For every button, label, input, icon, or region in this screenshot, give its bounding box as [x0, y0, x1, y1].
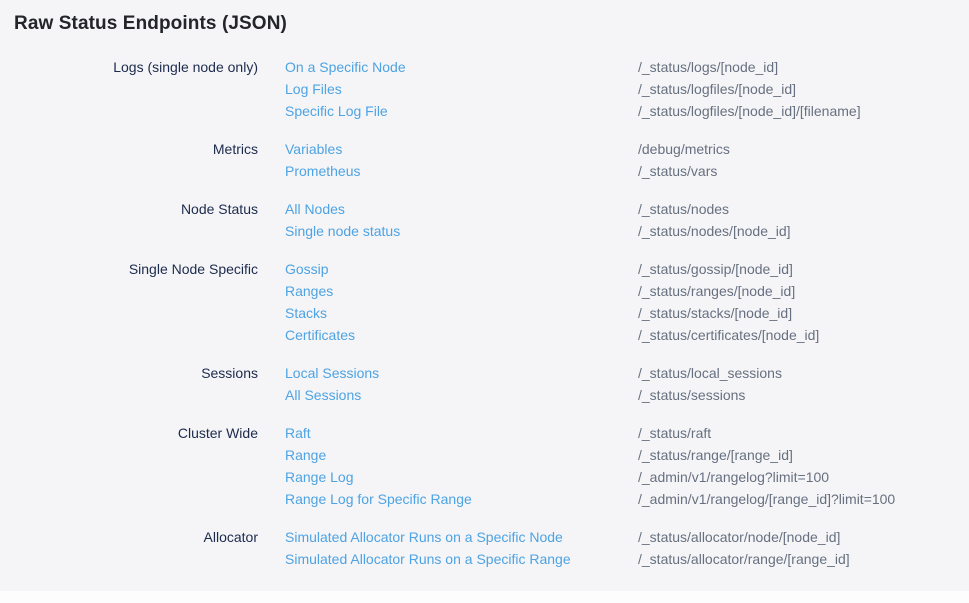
endpoint-path: /_status/sessions [638, 384, 745, 406]
endpoint-path: /_status/vars [638, 160, 717, 182]
category-label: Single Node Specific [0, 258, 258, 280]
endpoint-row: All Sessions /_status/sessions [285, 384, 969, 406]
category-label: Sessions [0, 362, 258, 384]
endpoint-link[interactable]: Ranges [285, 280, 638, 302]
endpoint-link[interactable]: Specific Log File [285, 100, 638, 122]
endpoint-path: /_status/nodes/[node_id] [638, 220, 791, 242]
endpoint-path: /_admin/v1/rangelog?limit=100 [638, 466, 829, 488]
endpoint-group: Logs (single node only) On a Specific No… [0, 56, 969, 122]
endpoint-link[interactable]: Variables [285, 138, 638, 160]
endpoint-row: All Nodes /_status/nodes [285, 198, 969, 220]
entry-list: Raft /_status/raft Range /_status/range/… [285, 422, 969, 510]
endpoint-group: Sessions Local Sessions /_status/local_s… [0, 362, 969, 406]
endpoint-row: Simulated Allocator Runs on a Specific N… [285, 526, 969, 548]
endpoint-path: /_status/logs/[node_id] [638, 56, 778, 78]
endpoints-table: Logs (single node only) On a Specific No… [0, 56, 969, 570]
endpoint-path: /_status/range/[range_id] [638, 444, 793, 466]
endpoint-link[interactable]: Range [285, 444, 638, 466]
category-label: Logs (single node only) [0, 56, 258, 78]
endpoint-row: Local Sessions /_status/local_sessions [285, 362, 969, 384]
endpoint-link[interactable]: Single node status [285, 220, 638, 242]
endpoint-link[interactable]: Certificates [285, 324, 638, 346]
endpoint-group: Cluster Wide Raft /_status/raft Range /_… [0, 422, 969, 510]
endpoint-link[interactable]: Local Sessions [285, 362, 638, 384]
endpoint-path: /_status/nodes [638, 198, 729, 220]
endpoint-row: Certificates /_status/certificates/[node… [285, 324, 969, 346]
endpoint-link[interactable]: Log Files [285, 78, 638, 100]
endpoint-link[interactable]: Raft [285, 422, 638, 444]
endpoint-group: Metrics Variables /debug/metrics Prometh… [0, 138, 969, 182]
endpoint-path: /_status/certificates/[node_id] [638, 324, 819, 346]
endpoint-path: /_admin/v1/rangelog/[range_id]?limit=100 [638, 488, 895, 510]
endpoint-row: On a Specific Node /_status/logs/[node_i… [285, 56, 969, 78]
endpoint-row: Stacks /_status/stacks/[node_id] [285, 302, 969, 324]
endpoint-link[interactable]: Simulated Allocator Runs on a Specific N… [285, 526, 638, 548]
endpoint-row: Range Log /_admin/v1/rangelog?limit=100 [285, 466, 969, 488]
category-label: Cluster Wide [0, 422, 258, 444]
entry-list: Variables /debug/metrics Prometheus /_st… [285, 138, 969, 182]
endpoint-row: Variables /debug/metrics [285, 138, 969, 160]
endpoint-group: Allocator Simulated Allocator Runs on a … [0, 526, 969, 570]
endpoint-group: Node Status All Nodes /_status/nodes Sin… [0, 198, 969, 242]
endpoint-row: Simulated Allocator Runs on a Specific R… [285, 548, 969, 570]
entry-list: Gossip /_status/gossip/[node_id] Ranges … [285, 258, 969, 346]
category-label: Allocator [0, 526, 258, 548]
entry-list: All Nodes /_status/nodes Single node sta… [285, 198, 969, 242]
endpoint-path: /_status/stacks/[node_id] [638, 302, 792, 324]
endpoint-link[interactable]: Simulated Allocator Runs on a Specific R… [285, 548, 638, 570]
bottom-strip [0, 591, 969, 603]
endpoint-group: Single Node Specific Gossip /_status/gos… [0, 258, 969, 346]
endpoint-path: /_status/gossip/[node_id] [638, 258, 793, 280]
endpoint-link[interactable]: Stacks [285, 302, 638, 324]
endpoint-link[interactable]: All Sessions [285, 384, 638, 406]
endpoint-path: /_status/allocator/range/[range_id] [638, 548, 850, 570]
entry-list: Simulated Allocator Runs on a Specific N… [285, 526, 969, 570]
endpoint-link[interactable]: Gossip [285, 258, 638, 280]
endpoint-row: Range Log for Specific Range /_admin/v1/… [285, 488, 969, 510]
endpoint-path: /_status/logfiles/[node_id]/[filename] [638, 100, 861, 122]
endpoint-link[interactable]: Range Log for Specific Range [285, 488, 638, 510]
endpoint-row: Specific Log File /_status/logfiles/[nod… [285, 100, 969, 122]
endpoint-row: Single node status /_status/nodes/[node_… [285, 220, 969, 242]
endpoint-row: Range /_status/range/[range_id] [285, 444, 969, 466]
category-label: Node Status [0, 198, 258, 220]
endpoint-row: Prometheus /_status/vars [285, 160, 969, 182]
endpoint-row: Log Files /_status/logfiles/[node_id] [285, 78, 969, 100]
endpoint-path: /_status/allocator/node/[node_id] [638, 526, 840, 548]
entry-list: Local Sessions /_status/local_sessions A… [285, 362, 969, 406]
endpoint-row: Raft /_status/raft [285, 422, 969, 444]
entry-list: On a Specific Node /_status/logs/[node_i… [285, 56, 969, 122]
category-label: Metrics [0, 138, 258, 160]
endpoint-link[interactable]: Range Log [285, 466, 638, 488]
endpoint-row: Gossip /_status/gossip/[node_id] [285, 258, 969, 280]
endpoint-path: /_status/raft [638, 422, 711, 444]
page-title: Raw Status Endpoints (JSON) [0, 0, 969, 35]
endpoint-link[interactable]: Prometheus [285, 160, 638, 182]
endpoint-row: Ranges /_status/ranges/[node_id] [285, 280, 969, 302]
endpoint-path: /debug/metrics [638, 138, 730, 160]
endpoint-path: /_status/logfiles/[node_id] [638, 78, 796, 100]
endpoint-path: /_status/ranges/[node_id] [638, 280, 795, 302]
endpoint-path: /_status/local_sessions [638, 362, 782, 384]
endpoint-link[interactable]: All Nodes [285, 198, 638, 220]
endpoint-link[interactable]: On a Specific Node [285, 56, 638, 78]
